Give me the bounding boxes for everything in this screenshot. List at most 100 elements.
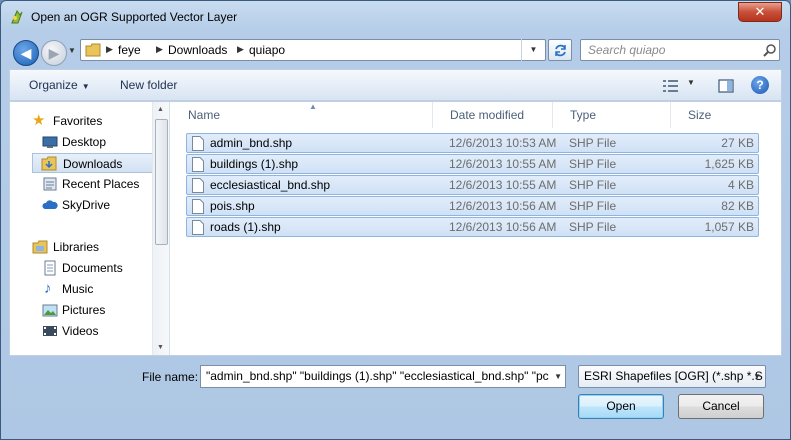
forward-button[interactable]: ▶: [41, 40, 67, 66]
videos-icon: [43, 326, 57, 336]
scrollbar-thumb[interactable]: [155, 119, 168, 245]
file-row[interactable]: roads (1).shp 12/6/2013 10:56 AM SHP Fil…: [186, 217, 759, 237]
nav-videos[interactable]: Videos: [10, 321, 152, 341]
nav-videos-label: Videos: [62, 324, 99, 338]
chevron-down-icon[interactable]: ▼: [551, 366, 562, 387]
search-input[interactable]: Search quiapo: [580, 39, 780, 61]
nav-desktop-label: Desktop: [62, 135, 107, 149]
breadcrumb-downloads[interactable]: Downloads: [168, 43, 227, 57]
nav-pictures-label: Pictures: [62, 303, 106, 317]
column-header-date[interactable]: Date modified: [433, 102, 553, 128]
file-size: 1,057 KB: [704, 220, 754, 234]
file-type: SHP File: [569, 220, 617, 234]
search-icon[interactable]: [763, 44, 776, 57]
nav-desktop[interactable]: Desktop: [10, 132, 152, 152]
file-icon: [192, 220, 204, 235]
file-type: SHP File: [569, 178, 617, 192]
file-size: 1,625 KB: [704, 157, 754, 171]
file-size: 4 KB: [727, 178, 754, 192]
nav-skydrive-label: SkyDrive: [62, 198, 111, 212]
nav-recent-places-label: Recent Places: [62, 177, 140, 191]
navigation-scrollbar[interactable]: ▲ ▼: [152, 102, 169, 355]
file-date: 12/6/2013 10:56 AM: [449, 199, 557, 213]
chevron-down-icon: ▼: [753, 372, 761, 381]
breadcrumb-quiapo[interactable]: quiapo: [249, 43, 285, 57]
back-button[interactable]: ◀: [13, 40, 39, 66]
sort-ascending-icon: ▲: [309, 102, 317, 111]
column-name-label: Name: [188, 108, 221, 122]
file-name-label: File name:: [142, 370, 199, 384]
file-icon: [192, 157, 204, 172]
scroll-up-icon[interactable]: ▲: [157, 106, 164, 113]
refresh-icon: [555, 44, 566, 57]
file-row[interactable]: pois.shp 12/6/2013 10:56 AM SHP File 82 …: [186, 196, 759, 216]
nav-skydrive[interactable]: SkyDrive: [10, 195, 152, 215]
column-size-label: Size: [688, 108, 712, 122]
favorites-label: Favorites: [53, 114, 103, 128]
file-icon: [192, 199, 204, 214]
help-icon[interactable]: ?: [751, 76, 769, 94]
folder-icon: [85, 43, 101, 57]
file-row[interactable]: ecclesiastical_bnd.shp 12/6/2013 10:55 A…: [186, 175, 759, 195]
open-dialog-window: Open an OGR Supported Vector Layer ✕ ◀ ▶…: [0, 0, 791, 440]
file-name: buildings (1).shp: [210, 157, 299, 171]
chevron-right-icon[interactable]: ▶: [106, 44, 113, 55]
desktop-icon: [42, 136, 58, 148]
scroll-down-icon[interactable]: ▼: [157, 344, 164, 351]
breadcrumb-feye[interactable]: feye: [118, 43, 141, 57]
downloads-folder-icon: [41, 156, 57, 171]
new-folder-button[interactable]: New folder: [120, 78, 177, 92]
column-date-label: Date modified: [450, 108, 525, 122]
address-bar[interactable]: ▶ feye ▶ Downloads ▶ quiapo: [80, 39, 546, 61]
chevron-right-icon[interactable]: ▶: [156, 44, 163, 55]
nav-pictures[interactable]: Pictures: [10, 300, 152, 320]
refresh-button[interactable]: [548, 39, 572, 61]
browser-content: ★ Favorites Desktop Downloads Recent Pla…: [9, 101, 782, 356]
cancel-button[interactable]: Cancel: [678, 394, 764, 419]
view-list-icon[interactable]: [662, 78, 680, 94]
music-note-icon: ♪: [44, 280, 52, 297]
file-type: SHP File: [569, 157, 617, 171]
column-type-label: Type: [570, 108, 597, 122]
nav-downloads[interactable]: Downloads: [32, 153, 156, 173]
close-button[interactable]: ✕: [738, 2, 782, 22]
nav-downloads-label: Downloads: [63, 157, 123, 171]
qgis-icon: [11, 10, 23, 24]
forward-arrow-icon: ▶: [48, 45, 60, 61]
filter-value: ESRI Shapefiles [OGR] (*.shp *.S: [584, 369, 763, 383]
column-header-type[interactable]: Type: [553, 102, 671, 128]
view-dropdown[interactable]: ▼: [687, 78, 695, 87]
recent-places-icon: [43, 177, 57, 191]
cloud-icon: [42, 200, 58, 209]
organize-button[interactable]: Organize ▼: [29, 78, 90, 92]
recent-locations-dropdown[interactable]: ▼: [68, 46, 78, 60]
file-name-value: "admin_bnd.shp" "buildings (1).shp" "ecc…: [206, 369, 549, 383]
file-name: roads (1).shp: [210, 220, 281, 234]
title-bar[interactable]: Open an OGR Supported Vector Layer ✕: [1, 1, 790, 31]
nav-recent-places[interactable]: Recent Places: [10, 174, 152, 194]
file-type: SHP File: [569, 136, 617, 150]
nav-music[interactable]: ♪ Music: [10, 279, 152, 299]
pictures-icon: [42, 304, 58, 317]
nav-libraries[interactable]: Libraries: [10, 237, 152, 257]
file-row[interactable]: buildings (1).shp 12/6/2013 10:55 AM SHP…: [186, 154, 759, 174]
column-header-name[interactable]: ▲ Name: [171, 102, 433, 128]
address-dropdown[interactable]: ▼: [521, 39, 545, 61]
preview-pane-icon[interactable]: [718, 78, 734, 94]
file-type: SHP File: [569, 199, 617, 213]
column-header-size[interactable]: Size: [671, 102, 761, 128]
file-date: 12/6/2013 10:53 AM: [449, 136, 557, 150]
nav-documents[interactable]: Documents: [10, 258, 152, 278]
back-arrow-icon: ◀: [20, 45, 32, 61]
star-icon: ★: [32, 112, 46, 129]
chevron-right-icon[interactable]: ▶: [237, 44, 244, 55]
navigation-pane: ★ Favorites Desktop Downloads Recent Pla…: [10, 102, 170, 355]
file-size: 27 KB: [721, 136, 754, 150]
nav-favorites[interactable]: ★ Favorites: [10, 111, 152, 131]
command-toolbar: Organize ▼ New folder ▼ ?: [9, 69, 782, 101]
file-name-input[interactable]: "admin_bnd.shp" "buildings (1).shp" "ecc…: [200, 365, 566, 388]
open-button[interactable]: Open: [578, 394, 664, 419]
file-row[interactable]: admin_bnd.shp 12/6/2013 10:53 AM SHP Fil…: [186, 133, 759, 153]
file-date: 12/6/2013 10:55 AM: [449, 157, 557, 171]
file-type-filter-select[interactable]: ESRI Shapefiles [OGR] (*.shp *.S ▼: [578, 365, 766, 388]
